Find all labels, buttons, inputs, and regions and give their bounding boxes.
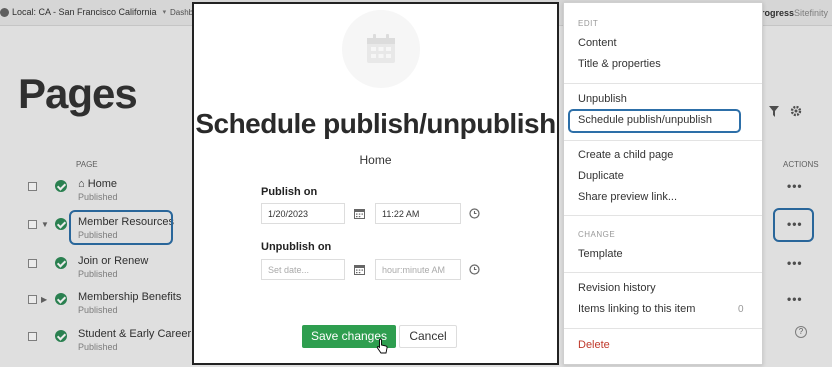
- dialog-title: Schedule publish/unpublish: [195, 108, 556, 139]
- menu-divider: [564, 272, 762, 273]
- menu-item-delete[interactable]: Delete: [578, 339, 610, 351]
- menu-item-content[interactable]: Content: [578, 37, 617, 49]
- calendar-icon[interactable]: [354, 208, 365, 219]
- publish-time-input[interactable]: 11:22 AM: [375, 203, 461, 224]
- publish-on-label: Publish on: [261, 186, 318, 198]
- cancel-button[interactable]: Cancel: [399, 325, 457, 348]
- menu-divider: [564, 328, 762, 329]
- menu-item-duplicate[interactable]: Duplicate: [578, 170, 624, 182]
- items-linking-count: 0: [738, 304, 744, 315]
- menu-divider: [564, 83, 762, 84]
- clock-icon[interactable]: [469, 208, 480, 219]
- unpublish-on-label: Unpublish on: [261, 241, 332, 253]
- calendar-badge: [342, 10, 420, 88]
- menu-divider: [564, 140, 762, 141]
- menu-section-edit: EDIT: [578, 19, 599, 28]
- menu-item-unpublish[interactable]: Unpublish: [578, 93, 627, 105]
- mouse-pointer-icon: [376, 338, 388, 354]
- schedule-dialog: Schedule publish/unpublish Home Publish …: [192, 2, 559, 365]
- calendar-icon: [367, 34, 395, 63]
- menu-item-revision-history[interactable]: Revision history: [578, 282, 656, 294]
- page-actions-menu: EDIT Content Title & properties Unpublis…: [563, 2, 763, 365]
- publish-date-input[interactable]: 1/20/2023: [261, 203, 345, 224]
- menu-item-create-child[interactable]: Create a child page: [578, 149, 673, 161]
- dialog-subtitle: Home: [359, 153, 392, 167]
- menu-item-items-linking[interactable]: Items linking to this item: [578, 303, 695, 315]
- schedule-item-highlight: [568, 109, 741, 133]
- menu-divider: [564, 215, 762, 216]
- unpublish-time-input[interactable]: hour:minute AM: [375, 259, 461, 280]
- unpublish-date-input[interactable]: Set date...: [261, 259, 345, 280]
- menu-item-template[interactable]: Template: [578, 248, 623, 260]
- menu-item-title-properties[interactable]: Title & properties: [578, 58, 661, 70]
- menu-item-share-preview[interactable]: Share preview link...: [578, 191, 677, 203]
- menu-section-change: CHANGE: [578, 230, 616, 239]
- clock-icon[interactable]: [469, 264, 480, 275]
- calendar-icon[interactable]: [354, 264, 365, 275]
